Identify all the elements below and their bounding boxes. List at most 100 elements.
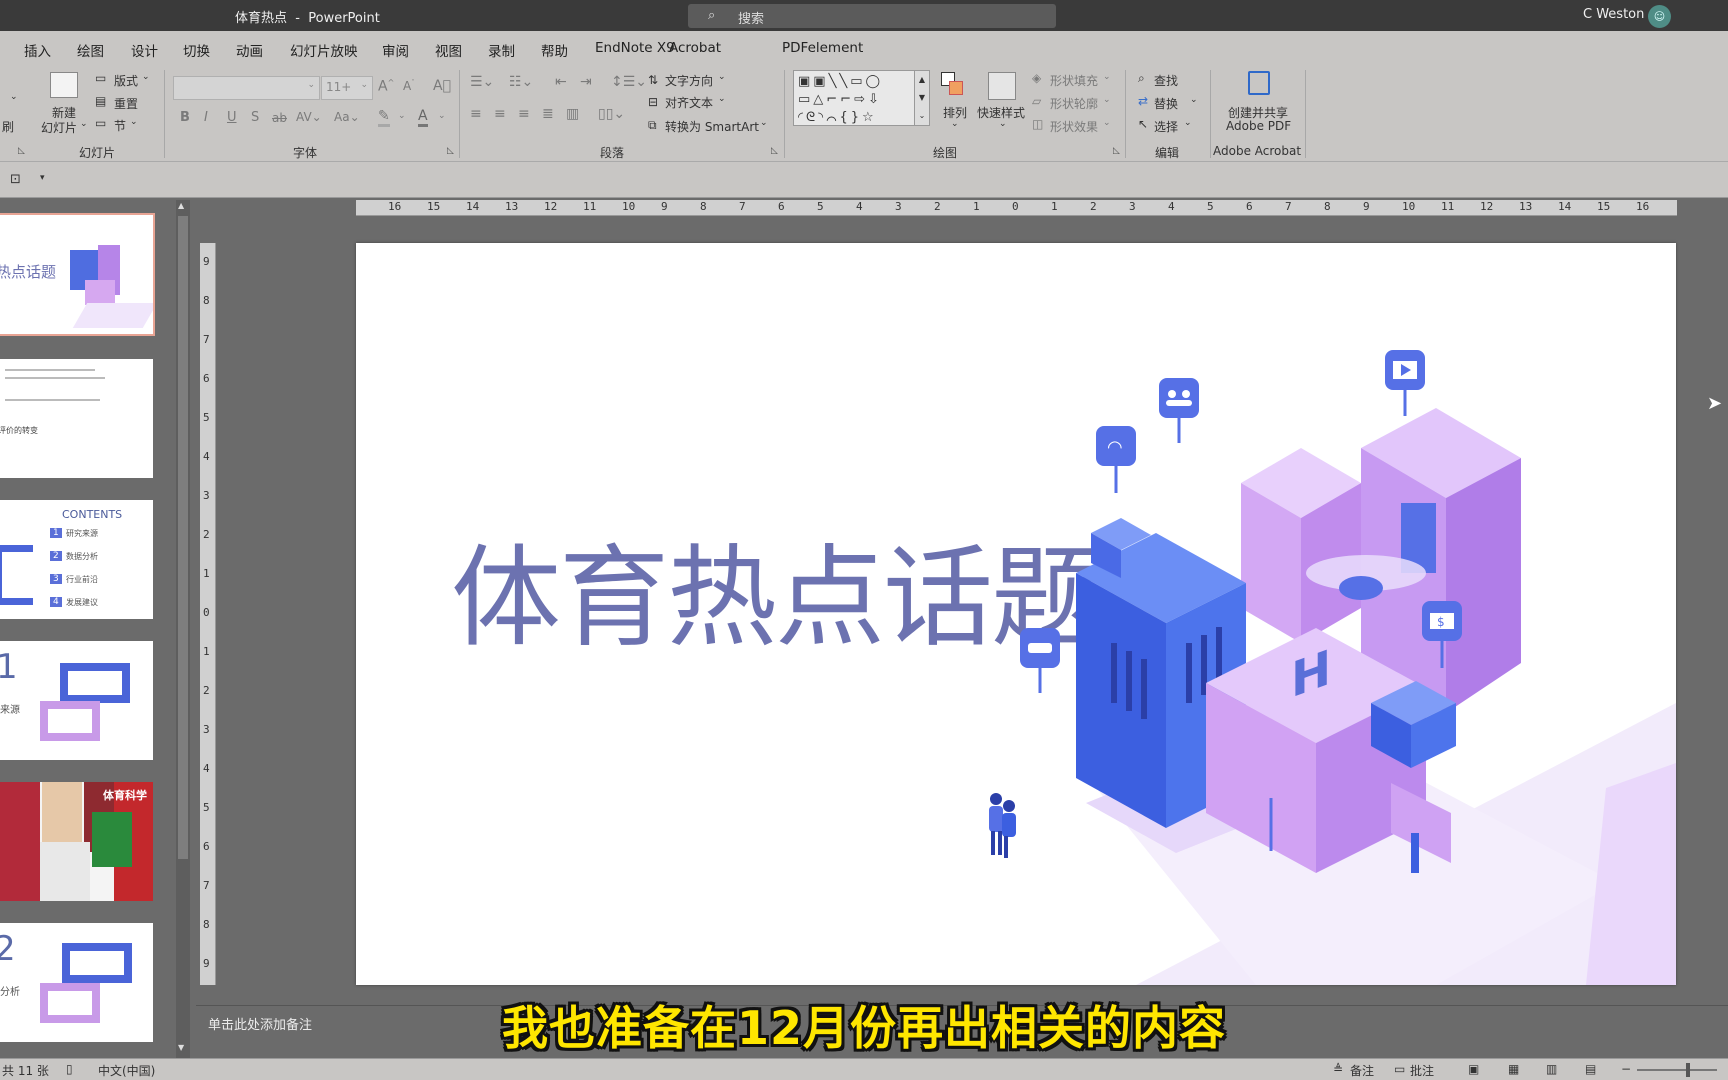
smartart-chevron-icon[interactable]: ⌄: [760, 118, 768, 128]
comments-icon[interactable]: ▭: [1394, 1062, 1405, 1076]
shapes-gallery-scroll[interactable]: ▲ ▼ ⌄: [914, 71, 929, 125]
notes-pane[interactable]: 单击此处添加备注: [196, 1005, 1728, 1057]
increase-indent-icon[interactable]: ⇥: [580, 74, 592, 90]
grow-font-icon[interactable]: A^: [378, 78, 394, 95]
char-spacing-icon[interactable]: AV⌄: [296, 110, 322, 124]
shape-outline-chevron-icon[interactable]: ⌄: [1103, 95, 1111, 105]
decrease-indent-icon[interactable]: ⇤: [555, 74, 567, 90]
tab-slideshow[interactable]: 幻灯片放映: [290, 40, 358, 60]
shape-effects-button[interactable]: 形状效果: [1050, 118, 1098, 135]
font-color-icon[interactable]: A: [418, 108, 428, 127]
tab-endnote[interactable]: EndNote X9: [595, 40, 675, 56]
replace-button[interactable]: 替换: [1154, 95, 1178, 112]
align-text-button[interactable]: 对齐文本: [665, 94, 713, 111]
justify-icon[interactable]: ≣: [542, 106, 554, 122]
zoom-slider-thumb[interactable]: [1686, 1063, 1690, 1077]
section-chevron-icon[interactable]: ⌄: [130, 117, 138, 127]
reading-view-icon[interactable]: ▥: [1546, 1062, 1557, 1076]
slide-sorter-icon[interactable]: ▦: [1508, 1062, 1519, 1076]
normal-view-icon[interactable]: ▣: [1468, 1062, 1479, 1076]
font-launcher-icon[interactable]: ◺: [447, 146, 454, 156]
bullets-icon[interactable]: ☰⌄: [470, 74, 494, 90]
smartart-button[interactable]: 转换为 SmartArt: [665, 118, 759, 135]
shape-outline-button[interactable]: 形状轮廓: [1050, 95, 1098, 112]
thumbnail-slide-1[interactable]: 热点话题: [0, 213, 155, 336]
section-button[interactable]: 节: [114, 117, 126, 134]
align-left-icon[interactable]: ≡: [470, 106, 482, 122]
change-case-icon[interactable]: Aa⌄: [334, 110, 360, 124]
slideshow-icon[interactable]: ▤: [1585, 1062, 1596, 1076]
shape-fill-chevron-icon[interactable]: ⌄: [1103, 72, 1111, 82]
tab-review[interactable]: 审阅: [382, 40, 409, 60]
start-slideshow-icon[interactable]: ⊡: [10, 172, 21, 187]
thumbnail-slide-5[interactable]: 体育科学: [0, 782, 153, 901]
user-name[interactable]: C Weston: [1583, 7, 1644, 22]
slide-canvas[interactable]: 体育热点话题 H ◠ $: [356, 243, 1676, 985]
search-box[interactable]: ⌕ 搜索: [688, 4, 1056, 28]
avatar[interactable]: ☺: [1648, 5, 1671, 28]
thumbnail-slide-3[interactable]: CONTENTS 1 研究来源 2 数据分析 3 行业前沿 4 发展建议: [0, 500, 153, 619]
quick-styles-chevron-icon[interactable]: ⌄: [999, 119, 1007, 129]
thumbnail-scrollbar[interactable]: ▲ ▼: [176, 200, 190, 1058]
highlight-chevron-icon[interactable]: ⌄: [398, 111, 406, 121]
accessibility-icon[interactable]: ▯: [66, 1062, 73, 1076]
find-button[interactable]: 查找: [1154, 72, 1178, 89]
notes-placeholder[interactable]: 单击此处添加备注: [208, 1014, 312, 1033]
layout-button[interactable]: 版式: [114, 72, 138, 89]
clipboard-chevron-icon[interactable]: ⌄: [10, 92, 18, 102]
select-chevron-icon[interactable]: ⌄: [1184, 118, 1192, 128]
shrink-font-icon[interactable]: Aˇ: [403, 79, 415, 93]
tab-pdfelement[interactable]: PDFelement: [782, 40, 863, 56]
new-slide-label-2[interactable]: 幻灯片: [41, 119, 77, 136]
thumbnail-slide-4[interactable]: 1 来源: [0, 641, 153, 760]
text-direction-button[interactable]: 文字方向: [665, 72, 713, 89]
reset-button[interactable]: 重置: [114, 95, 138, 112]
arrange-chevron-icon[interactable]: ⌄: [951, 119, 959, 129]
layout-chevron-icon[interactable]: ⌄: [142, 72, 150, 82]
zoom-slider[interactable]: [1637, 1063, 1717, 1077]
italic-icon[interactable]: I: [204, 110, 208, 125]
quick-styles-icon[interactable]: [988, 72, 1016, 100]
clipboard-launcher-icon[interactable]: ◺: [18, 146, 25, 156]
clear-format-icon[interactable]: A⃠: [433, 78, 451, 94]
create-pdf-label-2[interactable]: Adobe PDF: [1226, 119, 1291, 133]
tab-insert[interactable]: 插入: [24, 40, 51, 60]
comments-toggle[interactable]: 批注: [1410, 1062, 1434, 1079]
tab-draw[interactable]: 绘图: [77, 40, 104, 60]
select-button[interactable]: 选择: [1154, 118, 1178, 135]
new-slide-chevron-icon[interactable]: ⌄: [80, 119, 88, 129]
highlight-icon[interactable]: ✎: [378, 108, 390, 127]
tab-record[interactable]: 录制: [488, 40, 515, 60]
text-direction-chevron-icon[interactable]: ⌄: [718, 72, 726, 82]
bold-icon[interactable]: B: [180, 110, 190, 125]
shapes-gallery[interactable]: ▣▣╲╲▭◯ ▭△⌐⌐⇨⇩ ◜ᘓ◝⌒{}☆ ▲ ▼ ⌄: [793, 70, 930, 126]
tab-help[interactable]: 帮助: [541, 40, 568, 60]
distribute-icon[interactable]: ▥: [566, 106, 579, 122]
underline-icon[interactable]: U: [227, 110, 237, 125]
shape-effects-chevron-icon[interactable]: ⌄: [1103, 118, 1111, 128]
tab-transitions[interactable]: 切换: [183, 40, 210, 60]
language-status[interactable]: 中文(中国): [98, 1062, 155, 1079]
shadow-icon[interactable]: S: [251, 110, 259, 125]
zoom-out-icon[interactable]: −: [1621, 1062, 1631, 1076]
shape-fill-button[interactable]: 形状填充: [1050, 72, 1098, 89]
scroll-up-icon[interactable]: ▲: [178, 201, 184, 210]
arrange-icon[interactable]: [941, 72, 967, 98]
scrollbar-thumb[interactable]: [178, 216, 188, 859]
align-center-icon[interactable]: ≡: [494, 106, 506, 122]
numbering-icon[interactable]: ☷⌄: [509, 74, 533, 90]
align-right-icon[interactable]: ≡: [518, 106, 530, 122]
replace-chevron-icon[interactable]: ⌄: [1190, 95, 1198, 105]
notes-icon[interactable]: ≜: [1333, 1062, 1343, 1076]
create-pdf-icon[interactable]: [1248, 71, 1270, 95]
thumbnail-slide-2[interactable]: 评价的转变: [0, 359, 153, 478]
new-slide-icon[interactable]: [50, 72, 78, 98]
columns-icon[interactable]: ▯▯⌄: [598, 106, 625, 122]
tab-acrobat[interactable]: Acrobat: [669, 40, 721, 56]
customize-qat-chevron-icon[interactable]: ▾: [40, 173, 45, 183]
city-illustration[interactable]: H ◠ $: [356, 243, 1676, 985]
align-text-chevron-icon[interactable]: ⌄: [718, 94, 726, 104]
font-name-combo[interactable]: ⌄: [173, 76, 320, 100]
paragraph-launcher-icon[interactable]: ◺: [771, 146, 778, 156]
line-spacing-icon[interactable]: ↕☰⌄: [611, 74, 647, 90]
